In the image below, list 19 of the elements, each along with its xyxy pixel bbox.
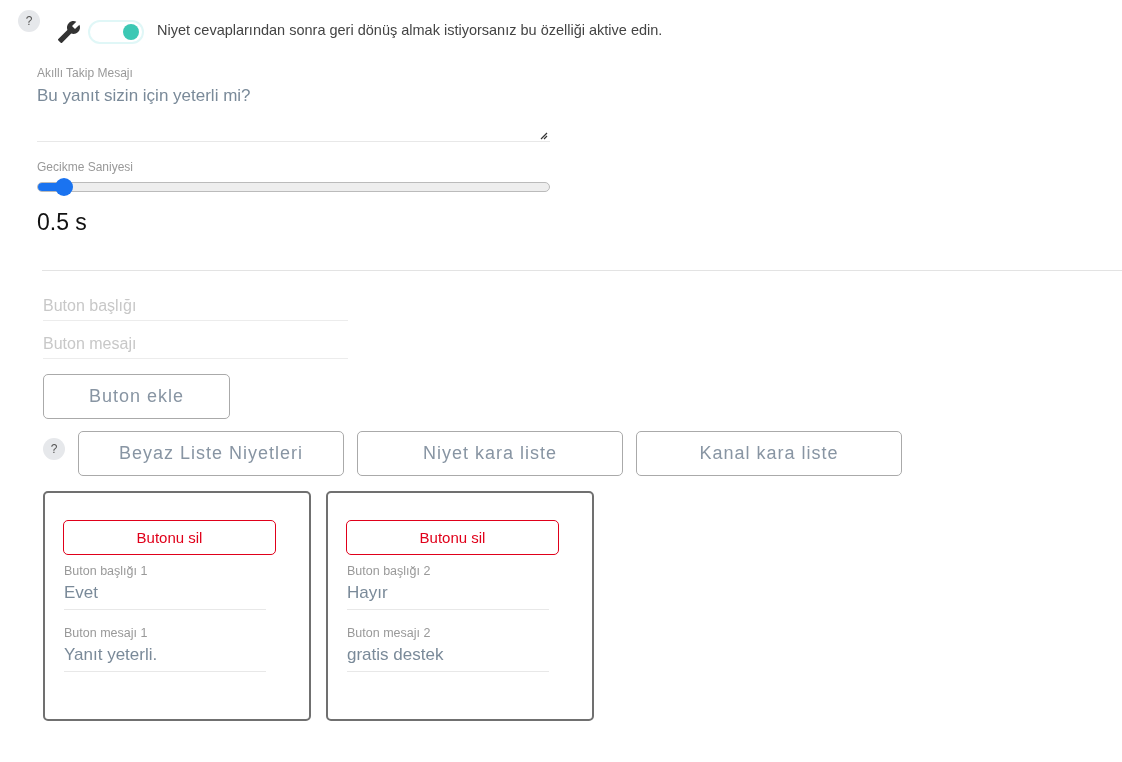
toggle-label: Niyet cevaplarından sonra geri dönüş almak istiyorsanız bu özelliği aktive edin. <box>157 22 663 38</box>
list-button[interactable]: Kanal kara liste <box>636 431 902 476</box>
slider-label: Gecikme Saniyesi <box>37 160 135 174</box>
button-title-field[interactable]: Buton başlığı 1 Evet <box>64 564 266 610</box>
button-title-field[interactable]: Buton başlığı 2 Hayır <box>347 564 549 610</box>
delete-button[interactable]: Butonu sil <box>63 520 276 555</box>
button-message-field[interactable]: Buton mesajı 1 Yanıt yeterli. <box>64 626 266 672</box>
toggle-switch[interactable] <box>88 20 144 44</box>
list-button[interactable]: Beyaz Liste Niyetleri <box>78 431 344 476</box>
list-button[interactable]: Niyet kara liste <box>357 431 623 476</box>
button-message-field[interactable]: Buton mesajı 2 gratis destek <box>347 626 549 672</box>
help-icon[interactable]: ? <box>43 438 65 460</box>
message-textarea[interactable]: Akıllı Takip Mesajı Bu yanıt sizin için yeterli mi? <box>37 66 550 142</box>
resize-grip-icon[interactable] <box>538 130 548 140</box>
delay-value: 0.5 s <box>37 209 88 236</box>
help-icon[interactable]: ? <box>18 10 40 32</box>
delete-button[interactable]: Butonu sil <box>346 520 559 555</box>
wrench-icon <box>57 20 81 44</box>
add-button[interactable]: Buton ekle <box>43 374 230 419</box>
